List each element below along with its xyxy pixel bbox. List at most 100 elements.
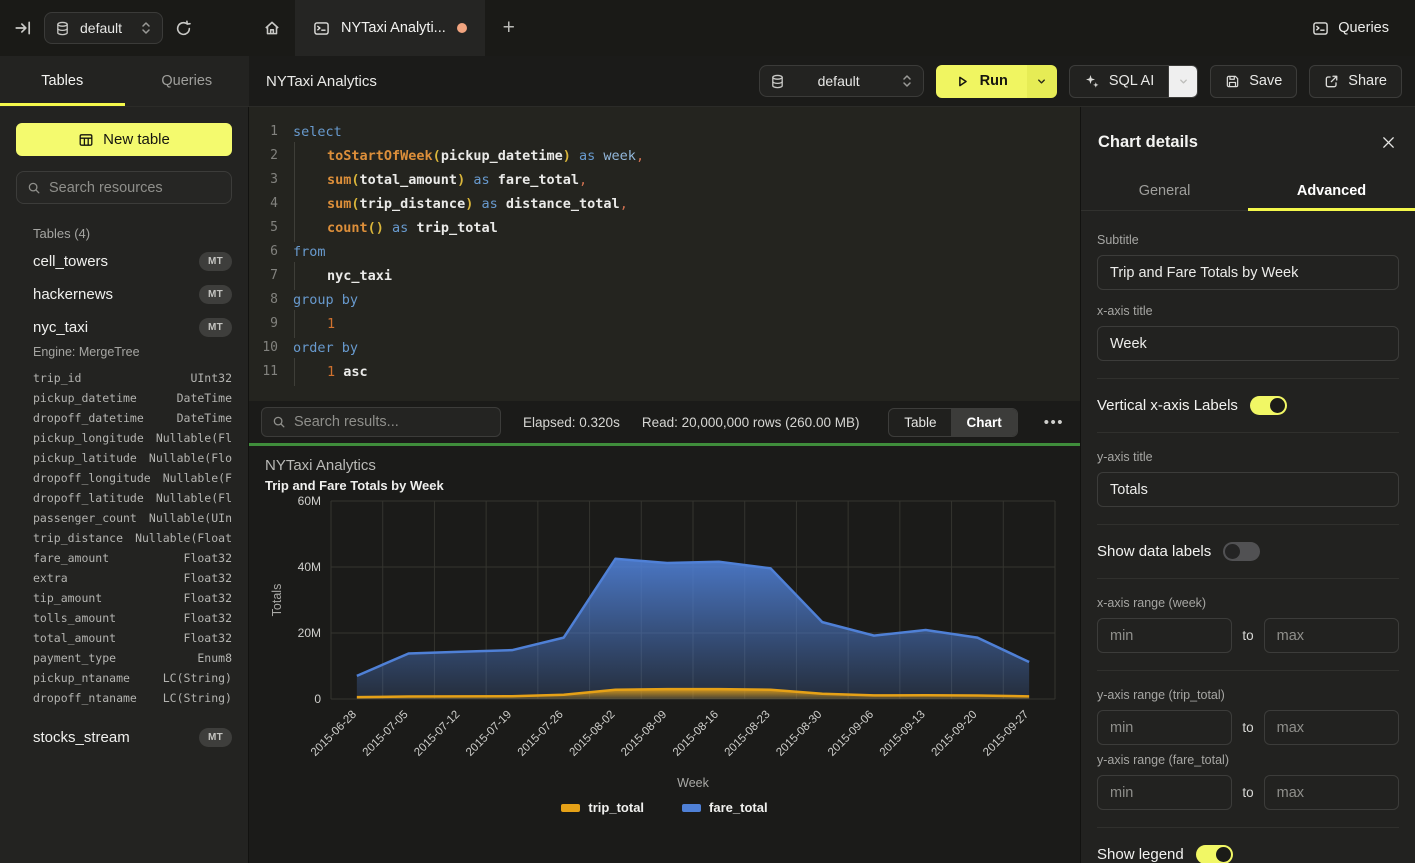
divider (1097, 524, 1399, 525)
yaxis-range-fare-min-input[interactable] (1097, 775, 1232, 810)
query-database-selector[interactable]: default (759, 65, 924, 97)
queries-button[interactable]: Queries (1312, 0, 1415, 56)
sql-ai-chevron[interactable] (1168, 66, 1197, 97)
svg-text:2015-08-16: 2015-08-16 (671, 709, 721, 759)
sidebar-tab-queries[interactable]: Queries (125, 56, 250, 106)
code-line: 111 asc (249, 360, 1080, 384)
show-data-labels-toggle[interactable] (1223, 542, 1260, 561)
sidebar-tabs: Tables Queries (0, 56, 249, 106)
svg-text:2015-08-09: 2015-08-09 (619, 709, 669, 759)
column-row: dropoff_datetimeDateTime (16, 408, 232, 428)
subtitle-input[interactable] (1097, 255, 1399, 290)
tab-general[interactable]: General (1081, 172, 1248, 210)
chart-title: NYTaxi Analytics (265, 457, 1064, 474)
run-button[interactable]: Run (936, 65, 1027, 98)
sql-editor[interactable]: 1select2toStartOfWeek(pickup_datetime) a… (249, 107, 1080, 401)
svg-text:40M: 40M (298, 560, 321, 574)
save-button[interactable]: Save (1210, 65, 1297, 98)
sidebar-tab-tables[interactable]: Tables (0, 56, 125, 106)
column-row: trip_idUInt32 (16, 368, 232, 388)
new-tab-icon[interactable]: + (485, 0, 533, 56)
yaxis-range-trip-min-input[interactable] (1097, 710, 1232, 745)
table-item-hackernews[interactable]: hackernews MT (16, 278, 232, 311)
xaxis-title-input[interactable] (1097, 326, 1399, 361)
show-legend-toggle[interactable] (1196, 845, 1233, 863)
tab-nytaxi-analytics[interactable]: NYTaxi Analyti... (295, 0, 485, 56)
resource-search (16, 171, 232, 204)
refresh-icon[interactable] (175, 20, 192, 37)
sql-ai-button[interactable]: SQL AI (1070, 66, 1168, 97)
unsaved-changes-dot (457, 23, 467, 33)
tab-advanced[interactable]: Advanced (1248, 172, 1415, 210)
home-icon[interactable] (249, 0, 295, 56)
legend-item-trip_total[interactable]: trip_total (561, 800, 644, 815)
xaxis-range-label: x-axis range (week) (1097, 596, 1399, 610)
sparkle-icon (1084, 73, 1100, 89)
view-toggle-chart[interactable]: Chart (951, 409, 1016, 436)
yaxis-range-trip-max-input[interactable] (1264, 710, 1399, 745)
svg-text:2015-08-30: 2015-08-30 (774, 709, 824, 759)
svg-text:20M: 20M (298, 626, 321, 640)
read-stat: Read: 20,000,000 rows (260.00 MB) (642, 415, 860, 430)
svg-text:2015-09-20: 2015-09-20 (929, 709, 979, 759)
svg-text:2015-07-26: 2015-07-26 (516, 709, 566, 759)
panel-tabs: General Advanced (1081, 172, 1415, 211)
legend-item-fare_total[interactable]: fare_total (682, 800, 768, 815)
column-row: pickup_latitudeNullable(Flo (16, 448, 232, 468)
xaxis-range-max-input[interactable] (1264, 618, 1399, 653)
code-line: 8group by (249, 288, 1080, 312)
more-options-icon[interactable]: ••• (1040, 414, 1068, 431)
yaxis-title-input[interactable] (1097, 472, 1399, 507)
divider (1097, 670, 1399, 671)
query-database-value: default (816, 73, 870, 89)
queries-label: Queries (1338, 20, 1389, 36)
search-icon (27, 181, 41, 195)
show-data-labels-label: Show data labels (1097, 543, 1211, 560)
to-label: to (1242, 720, 1253, 735)
code-line: 10order by (249, 336, 1080, 360)
chevron-updown-icon (901, 74, 913, 88)
results-toolbar: Elapsed: 0.320s Read: 20,000,000 rows (2… (249, 401, 1080, 443)
divider (1097, 378, 1399, 379)
code-line: 7nyc_taxi (249, 264, 1080, 288)
column-row: dropoff_ntanameLC(String) (16, 688, 232, 708)
yaxis-range-fare-max-input[interactable] (1264, 775, 1399, 810)
yaxis-title-label: y-axis title (1097, 450, 1399, 464)
share-button[interactable]: Share (1309, 65, 1402, 98)
new-table-button[interactable]: New table (16, 123, 232, 156)
save-icon (1225, 74, 1240, 89)
close-icon[interactable] (1379, 133, 1398, 152)
table-item-stocks_stream[interactable]: stocks_streamMT (16, 721, 232, 754)
xaxis-range-min-input[interactable] (1097, 618, 1232, 653)
engine-badge: MT (199, 252, 232, 271)
column-row: pickup_ntanameLC(String) (16, 668, 232, 688)
chart-area: NYTaxi Analytics Trip and Fare Totals by… (249, 446, 1080, 863)
page-title: NYTaxi Analytics (249, 56, 377, 106)
table-item-cell_towers[interactable]: cell_towersMT (16, 245, 232, 278)
yaxis-range-trip-label: y-axis range (trip_total) (1097, 688, 1399, 702)
table-item-nyc_taxi[interactable]: nyc_taxiMT (16, 311, 232, 344)
run-options-chevron[interactable] (1027, 65, 1057, 98)
code-line: 2toStartOfWeek(pickup_datetime) as week, (249, 144, 1080, 168)
chart-legend: trip_total fare_total (265, 800, 1064, 815)
chart-subtitle: Trip and Fare Totals by Week (265, 478, 1064, 493)
collapse-sidebar-icon[interactable] (14, 19, 32, 37)
engine-badge: MT (199, 285, 232, 304)
table-name: nyc_taxi (33, 319, 88, 336)
console-icon (313, 20, 330, 37)
results-search-input[interactable] (294, 414, 490, 430)
elapsed-stat: Elapsed: 0.320s (523, 415, 620, 430)
database-selector[interactable]: default (44, 12, 163, 44)
column-row: extraFloat32 (16, 568, 232, 588)
vertical-xaxis-labels-toggle[interactable] (1250, 396, 1287, 415)
resource-search-input[interactable] (49, 180, 221, 196)
view-toggle-table[interactable]: Table (889, 409, 951, 436)
share-icon (1324, 74, 1339, 89)
share-label: Share (1348, 73, 1387, 89)
table-name: hackernews (33, 286, 113, 303)
top-bar-left: default (0, 0, 249, 56)
run-label: Run (980, 73, 1008, 89)
code-line: 5count() as trip_total (249, 216, 1080, 240)
tables-section-label: Tables (4) (33, 226, 232, 241)
code-line: 91 (249, 312, 1080, 336)
